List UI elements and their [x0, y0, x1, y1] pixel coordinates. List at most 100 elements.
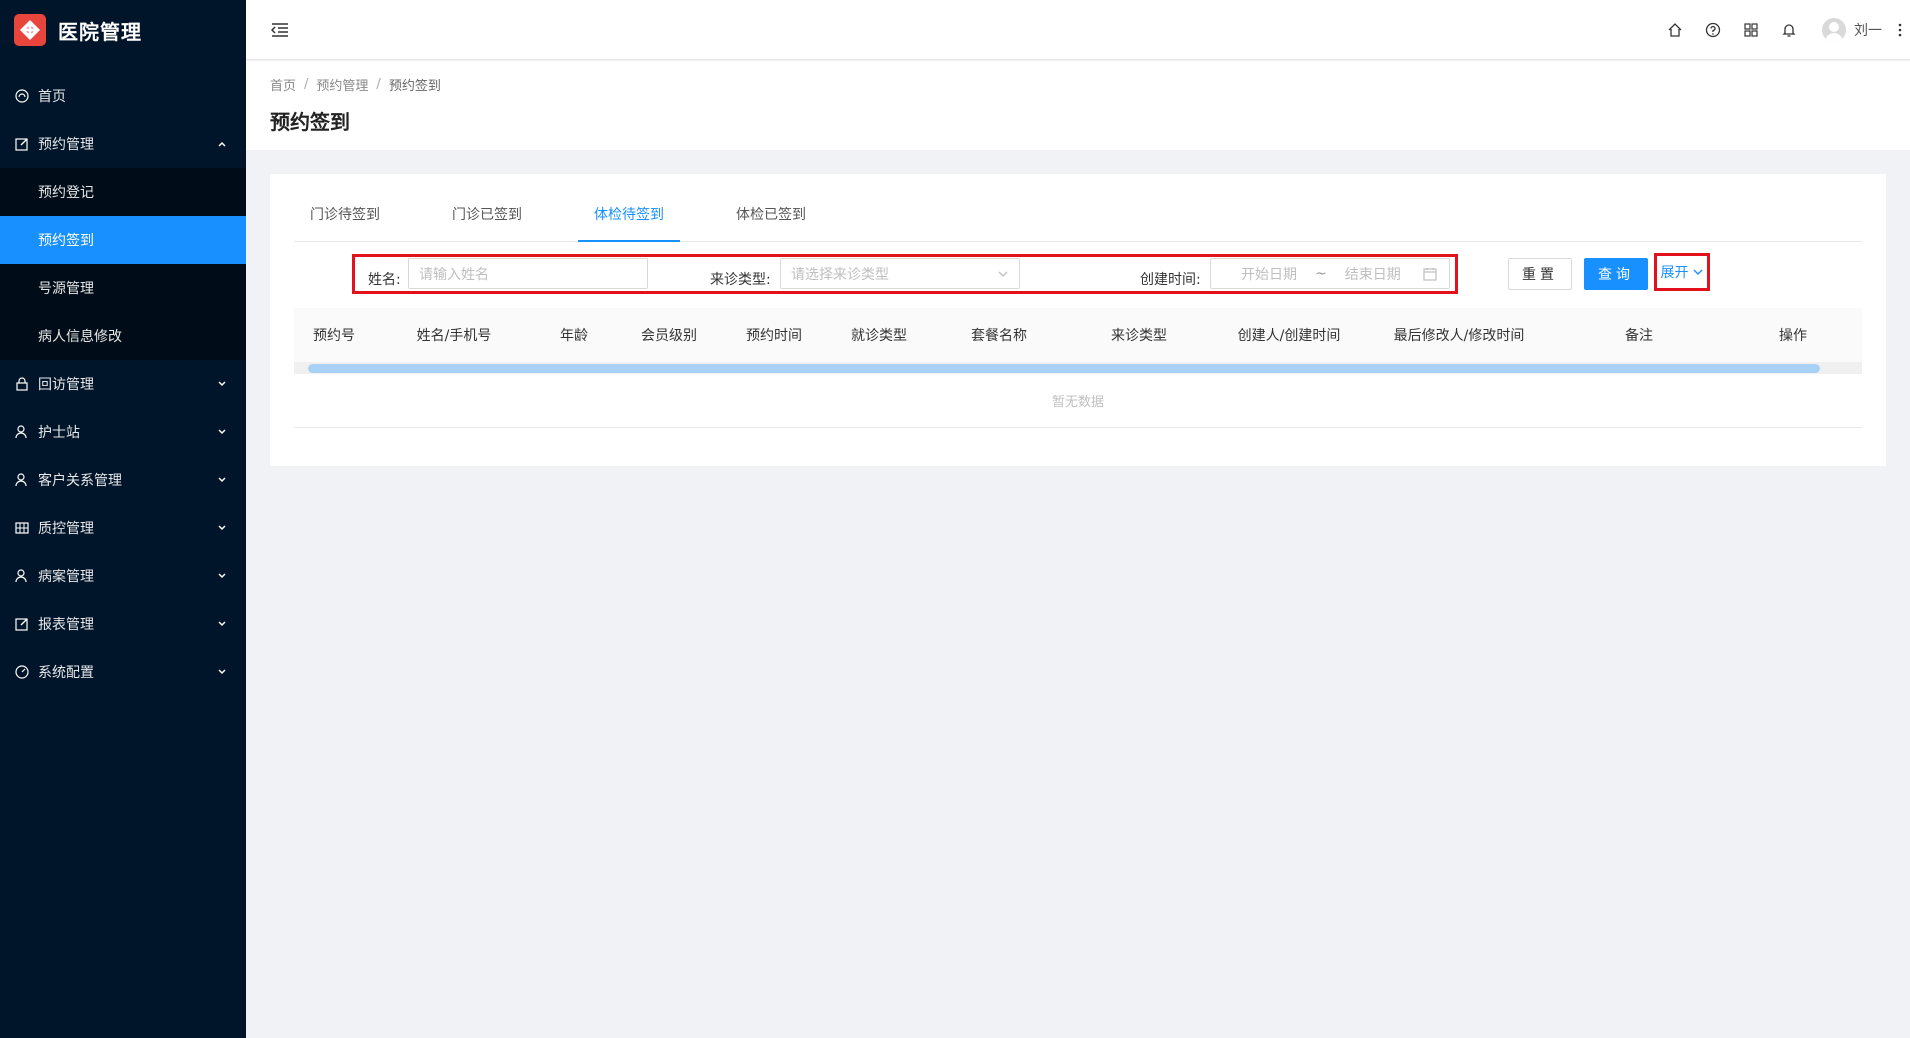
top-header: 刘一 [246, 0, 1910, 60]
breadcrumb-current: 预约签到 [388, 79, 441, 94]
user-menu[interactable]: 刘一 [1822, 17, 1882, 42]
sidebar: 医院管理 首页 预约管理 预约登记 预约签到 号源管理 病人信息修改 回访管理 … [0, 0, 246, 1038]
bell-icon[interactable] [1770, 0, 1808, 60]
column-header: 会员级别 [641, 328, 697, 344]
sidebar-item-label: 首页 [38, 89, 66, 105]
logo[interactable]: 医院管理 [0, 0, 246, 60]
visit-type-placeholder: 请选择来诊类型 [791, 266, 889, 283]
sidebar-item-label: 预约管理 [38, 137, 94, 153]
sidebar-item-number-source[interactable]: 号源管理 [0, 264, 246, 312]
column-header: 年龄 [560, 328, 588, 344]
column-header: 预约号 [313, 328, 355, 344]
user-icon [14, 472, 30, 488]
visit-type-label: 来诊类型: [710, 272, 771, 288]
column-header: 套餐名称 [971, 328, 1027, 344]
tabs: 门诊待签到 门诊已签到 体检待签到 体检已签到 [294, 174, 1862, 242]
header-actions: 刘一 [1656, 0, 1910, 60]
sidebar-item-appointment[interactable]: 预约管理 [0, 120, 246, 168]
tab-outpatient-checked[interactable]: 门诊已签到 [436, 173, 538, 241]
app-title: 医院管理 [58, 19, 142, 44]
content-card: 门诊待签到 门诊已签到 体检待签到 体检已签到 姓名: 请输入姓名 来诊类型: … [270, 174, 1886, 466]
column-header: 操作 [1779, 328, 1807, 344]
sidebar-item-label: 质控管理 [38, 521, 94, 537]
dashboard-icon [14, 88, 30, 104]
sidebar-item-appointment-register[interactable]: 预约登记 [0, 168, 246, 216]
user-icon [14, 568, 30, 584]
sidebar-item-medical-records[interactable]: 病案管理 [0, 552, 246, 600]
chevron-down-icon [997, 268, 1009, 280]
more-icon[interactable] [1894, 0, 1906, 60]
filter-form: 姓名: 请输入姓名 来诊类型: 请选择来诊类型 创建时间: 开始日期 ~ 结束日… [294, 242, 1862, 308]
help-icon[interactable] [1694, 0, 1732, 60]
lock-icon [14, 376, 30, 392]
horizontal-scrollbar[interactable] [294, 362, 1862, 374]
page-header: 首页 / 预约管理 / 预约签到 预约签到 [246, 61, 1910, 150]
chevron-down-icon [216, 378, 228, 390]
tab-outpatient-pending[interactable]: 门诊待签到 [294, 173, 396, 241]
sidebar-item-home[interactable]: 首页 [0, 72, 246, 120]
hospital-logo-icon [14, 14, 46, 46]
created-time-label: 创建时间: [1140, 272, 1201, 288]
table-header: 预约号 姓名/手机号 年龄 会员级别 预约时间 就诊类型 套餐名称 来诊类型 创… [294, 308, 1862, 362]
name-input[interactable]: 请输入姓名 [408, 258, 648, 289]
chevron-down-icon [216, 522, 228, 534]
avatar [1822, 17, 1846, 42]
breadcrumb-separator: / [376, 77, 381, 92]
sidebar-item-nurse-station[interactable]: 护士站 [0, 408, 246, 456]
created-date-range[interactable]: 开始日期 ~ 结束日期 [1210, 258, 1450, 289]
column-header: 预约时间 [746, 328, 802, 344]
visit-type-select[interactable]: 请选择来诊类型 [780, 258, 1020, 289]
breadcrumb: 首页 / 预约管理 / 预约签到 [270, 75, 1886, 94]
empty-state: 暂无数据 [294, 374, 1862, 428]
dashboard-icon [14, 664, 30, 680]
sidebar-item-label: 病人信息修改 [38, 329, 122, 345]
sidebar-item-followup[interactable]: 回访管理 [0, 360, 246, 408]
sidebar-item-label: 号源管理 [38, 281, 94, 297]
chevron-down-icon [216, 570, 228, 582]
chevron-down-icon [216, 618, 228, 630]
appointment-submenu: 预约登记 预约签到 号源管理 病人信息修改 [0, 168, 246, 360]
end-date-placeholder: 结束日期 [1344, 266, 1401, 283]
column-header: 来诊类型 [1111, 328, 1167, 344]
breadcrumb-separator: / [304, 77, 309, 92]
expand-button[interactable]: 展开 [1654, 253, 1710, 291]
sidebar-menu: 首页 预约管理 预约登记 预约签到 号源管理 病人信息修改 回访管理 护士站 客… [0, 72, 246, 696]
chevron-down-icon [216, 474, 228, 486]
sidebar-item-label: 预约签到 [38, 233, 94, 249]
sidebar-item-label: 回访管理 [38, 377, 94, 393]
home-icon[interactable] [1656, 0, 1694, 60]
sidebar-item-reports[interactable]: 报表管理 [0, 600, 246, 648]
column-header: 最后修改人/修改时间 [1393, 328, 1525, 344]
appointment-table: 预约号 姓名/手机号 年龄 会员级别 预约时间 就诊类型 套餐名称 来诊类型 创… [294, 308, 1862, 428]
table-icon [14, 520, 30, 536]
page-title: 预约签到 [270, 110, 350, 134]
breadcrumb-home[interactable]: 首页 [270, 75, 296, 94]
sidebar-item-system-config[interactable]: 系统配置 [0, 648, 246, 696]
user-name: 刘一 [1854, 22, 1882, 39]
column-header: 姓名/手机号 [416, 328, 492, 344]
calendar-icon [1423, 267, 1437, 281]
query-button[interactable]: 查询 [1584, 258, 1648, 290]
sidebar-item-label: 系统配置 [38, 665, 94, 681]
scrollbar-thumb[interactable] [308, 364, 1820, 373]
name-label: 姓名: [368, 272, 401, 288]
breadcrumb-appointment[interactable]: 预约管理 [316, 75, 368, 94]
apps-icon[interactable] [1732, 0, 1770, 60]
sidebar-item-label: 病案管理 [38, 569, 94, 585]
sidebar-item-label: 预约登记 [38, 185, 94, 201]
expand-label: 展开 [1660, 265, 1689, 281]
edit-icon [14, 616, 30, 632]
sidebar-item-quality[interactable]: 质控管理 [0, 504, 246, 552]
menu-fold-icon[interactable] [270, 20, 290, 40]
tab-exam-checked[interactable]: 体检已签到 [720, 173, 822, 241]
sidebar-item-appointment-checkin[interactable]: 预约签到 [0, 216, 246, 264]
sidebar-item-label: 报表管理 [38, 617, 94, 633]
reset-button[interactable]: 重置 [1508, 258, 1572, 290]
range-separator: ~ [1315, 265, 1327, 282]
name-placeholder: 请输入姓名 [419, 266, 489, 283]
sidebar-item-crm[interactable]: 客户关系管理 [0, 456, 246, 504]
user-icon [14, 424, 30, 440]
sidebar-item-label: 客户关系管理 [38, 473, 122, 489]
tab-exam-pending[interactable]: 体检待签到 [578, 173, 680, 242]
sidebar-item-patient-edit[interactable]: 病人信息修改 [0, 312, 246, 360]
